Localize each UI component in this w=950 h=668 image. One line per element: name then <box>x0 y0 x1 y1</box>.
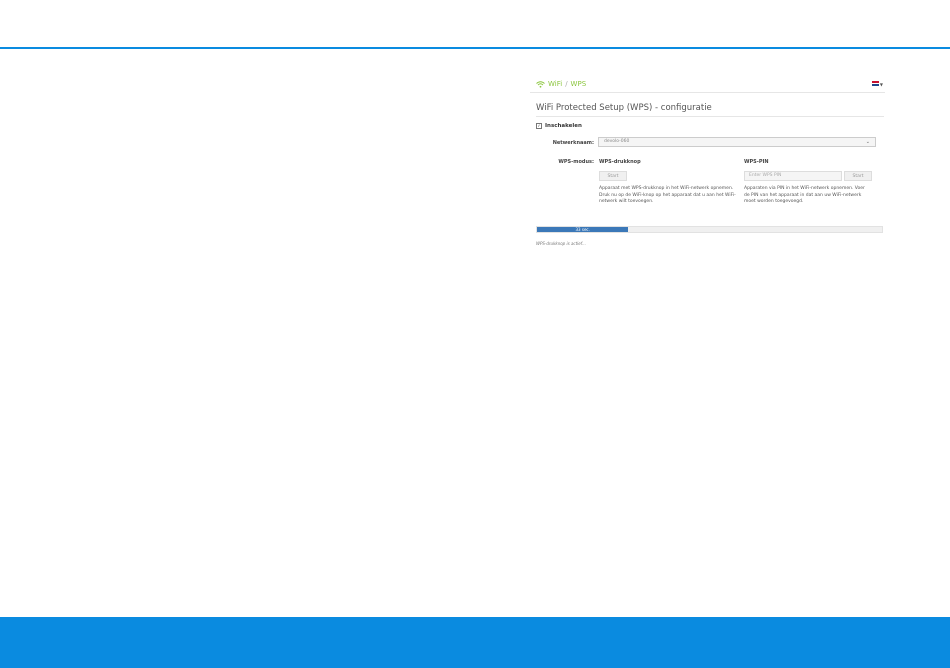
enable-checkbox[interactable]: ✓ <box>536 123 542 129</box>
wps-pin-input[interactable]: Enter WPS PIN <box>744 171 842 181</box>
breadcrumb-item-wps: WPS <box>570 80 587 88</box>
wps-pushbutton-title: WPS-drukknop <box>599 159 641 165</box>
dutch-flag-icon[interactable] <box>872 81 879 87</box>
enable-row: ✓ Inschakelen <box>536 123 582 129</box>
wps-pushbutton-start-button[interactable]: Start <box>599 171 627 181</box>
chevron-down-icon: ⌄ <box>865 139 870 145</box>
breadcrumb-item-wifi[interactable]: WiFi <box>548 80 562 88</box>
wps-pin-section: WPS-PIN Enter WPS PIN Start Apparaten vi… <box>744 159 872 206</box>
wps-progress-bar: 33 sec. <box>536 226 883 233</box>
footer-band <box>0 617 950 668</box>
wps-config-panel: WiFi / WPS ▼ WiFi Protected Setup (WPS) … <box>530 74 885 264</box>
network-name-value: devolo-060 <box>604 139 630 144</box>
breadcrumb: WiFi / WPS <box>536 80 586 88</box>
title-divider <box>536 116 884 117</box>
wps-mode-label: WPS-modus: <box>558 159 594 165</box>
chevron-down-icon: ▼ <box>879 82 883 87</box>
header-divider <box>0 47 950 49</box>
wps-progress-fill: 33 sec. <box>537 227 629 232</box>
wps-pushbutton-section: WPS-drukknop Start Apparaat met WPS-druk… <box>599 159 739 206</box>
network-name-label: Netwerknaam: <box>552 140 594 146</box>
page-title: WiFi Protected Setup (WPS) - configurati… <box>536 103 712 113</box>
network-name-select[interactable]: devolo-060 ⌄ <box>598 137 876 147</box>
wifi-icon <box>536 80 545 88</box>
wps-pushbutton-description: Apparaat met WPS-drukknop in het WiFi-ne… <box>599 186 736 204</box>
wps-pin-description: Apparaten via PIN in het WiFi-netwerk op… <box>744 186 865 204</box>
wps-pin-start-button[interactable]: Start <box>844 171 872 181</box>
wps-pin-title: WPS-PIN <box>744 159 769 165</box>
breadcrumb-separator: / <box>565 80 568 88</box>
enable-label: Inschakelen <box>545 123 582 129</box>
breadcrumb-divider <box>530 92 885 93</box>
wps-status-text: WPS-drukknop is actief... <box>536 241 586 246</box>
